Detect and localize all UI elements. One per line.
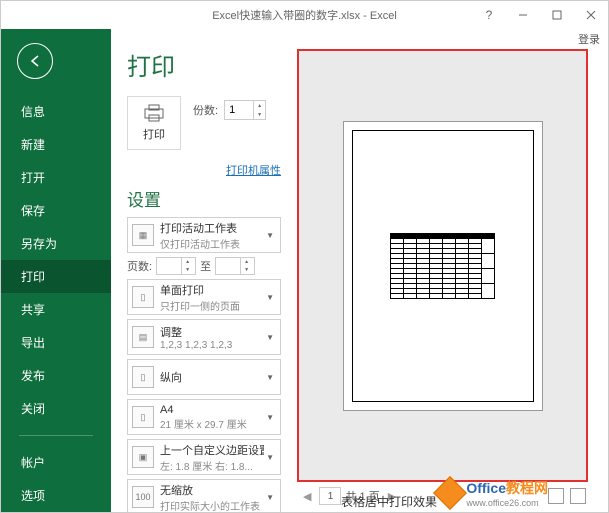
page-title: 打印 — [127, 47, 281, 82]
main-area: 信息新建打开保存另存为打印共享导出发布关闭 帐户选项 打印 打印 份数: 1 ▲… — [1, 29, 608, 512]
nav-separator — [19, 435, 93, 436]
sidebar-item[interactable]: 选项 — [1, 479, 111, 512]
titlebar: Excel快速输入带圈的数字.xlsx - Excel ? — [1, 1, 608, 29]
zoom-to-page-icon[interactable] — [570, 488, 586, 504]
collate-dropdown[interactable]: ▤ 调整1,2,3 1,2,3 1,2,3 ▼ — [127, 319, 281, 355]
logo-icon — [433, 476, 467, 510]
print-button[interactable]: 打印 — [127, 96, 181, 150]
chevron-down-icon[interactable]: ▼ — [253, 110, 265, 119]
chevron-down-icon: ▼ — [264, 373, 276, 382]
margins-dropdown[interactable]: ▣ 上一个自定义边距设置左: 1.8 厘米 右: 1.8... ▼ — [127, 439, 281, 475]
maximize-icon[interactable] — [540, 1, 574, 29]
page-to-stepper[interactable]: ▲▼ — [215, 257, 255, 275]
chevron-down-icon: ▼ — [264, 293, 276, 302]
page-from-input[interactable] — [157, 258, 181, 274]
window-controls: ? — [472, 1, 608, 29]
sheet-icon: ▦ — [132, 224, 154, 246]
sidebar-item[interactable]: 另存为 — [1, 227, 111, 260]
preview-area — [297, 49, 588, 482]
portrait-icon: ▯ — [132, 366, 154, 388]
sidebar-item[interactable]: 打印 — [1, 260, 111, 293]
scaling-dropdown[interactable]: 100 无缩放打印实际大小的工作表 ▼ — [127, 479, 281, 512]
chevron-down-icon: ▼ — [264, 333, 276, 342]
settings-title: 设置 — [127, 186, 281, 211]
current-page-field[interactable]: 1 — [319, 487, 341, 505]
help-icon[interactable]: ? — [472, 1, 506, 29]
nav-list: 信息新建打开保存另存为打印共享导出发布关闭 — [1, 95, 111, 425]
page-to-input[interactable] — [216, 258, 240, 274]
sidebar-item[interactable]: 打开 — [1, 161, 111, 194]
sidebar-item[interactable]: 新建 — [1, 128, 111, 161]
content-area: 打印 打印 份数: 1 ▲▼ 打印机属性 设置 — [111, 29, 608, 512]
sidebar-item[interactable]: 发布 — [1, 359, 111, 392]
preview-table — [390, 233, 495, 299]
sidebar: 信息新建打开保存另存为打印共享导出发布关闭 帐户选项 — [1, 29, 111, 512]
preview-page — [343, 121, 543, 411]
page-icon: ▯ — [132, 406, 154, 428]
minimize-icon[interactable] — [506, 1, 540, 29]
sidebar-item[interactable]: 导出 — [1, 326, 111, 359]
preview-panel: ◀ 1 共 1 页 ▶ — [291, 29, 608, 512]
app-window: Excel快速输入带圈的数字.xlsx - Excel ? 登录 信息新建打开保… — [0, 0, 609, 513]
printer-icon — [143, 104, 165, 122]
chevron-down-icon: ▼ — [264, 231, 276, 240]
chevron-down-icon: ▼ — [264, 413, 276, 422]
watermark: Office教程网 www.office26.com — [438, 478, 548, 508]
sidebar-item[interactable]: 共享 — [1, 293, 111, 326]
close-icon[interactable] — [574, 1, 608, 29]
arrow-left-icon — [27, 53, 43, 69]
margins-icon: ▣ — [132, 446, 154, 468]
chevron-down-icon: ▼ — [264, 493, 276, 502]
scaling-icon: 100 — [132, 486, 154, 508]
nav-list-secondary: 帐户选项 — [1, 446, 111, 512]
chevron-up-icon[interactable]: ▲ — [253, 101, 265, 110]
orientation-dropdown[interactable]: ▯ 纵向 ▼ — [127, 359, 281, 395]
prev-page-button[interactable]: ◀ — [299, 490, 315, 503]
copies-stepper[interactable]: 1 ▲▼ — [224, 100, 266, 120]
page-range-row: 页数: ▲▼ 至 ▲▼ — [127, 257, 281, 275]
show-margins-icon[interactable] — [548, 488, 564, 504]
chevron-down-icon: ▼ — [264, 453, 276, 462]
window-title: Excel快速输入带圈的数字.xlsx - Excel — [212, 7, 397, 23]
page-from-stepper[interactable]: ▲▼ — [156, 257, 196, 275]
sidebar-item[interactable]: 保存 — [1, 194, 111, 227]
sidebar-item[interactable]: 信息 — [1, 95, 111, 128]
page-single-icon: ▯ — [132, 286, 154, 308]
sidebar-item[interactable]: 关闭 — [1, 392, 111, 425]
sides-dropdown[interactable]: ▯ 单面打印只打印一侧的页面 ▼ — [127, 279, 281, 315]
paper-size-dropdown[interactable]: ▯ A421 厘米 x 29.7 厘米 ▼ — [127, 399, 281, 435]
printer-properties-link[interactable]: 打印机属性 — [127, 162, 281, 178]
print-what-dropdown[interactable]: ▦ 打印活动工作表仅打印活动工作表 ▼ — [127, 217, 281, 253]
collate-icon: ▤ — [132, 326, 154, 348]
sidebar-item[interactable]: 帐户 — [1, 446, 111, 479]
signin-link[interactable]: 登录 — [578, 31, 600, 47]
settings-panel: 打印 打印 份数: 1 ▲▼ 打印机属性 设置 — [111, 29, 291, 512]
figure-caption: 表格居中打印效果 — [341, 493, 437, 510]
copies-label: 份数: — [193, 102, 218, 118]
back-button[interactable] — [17, 43, 53, 79]
